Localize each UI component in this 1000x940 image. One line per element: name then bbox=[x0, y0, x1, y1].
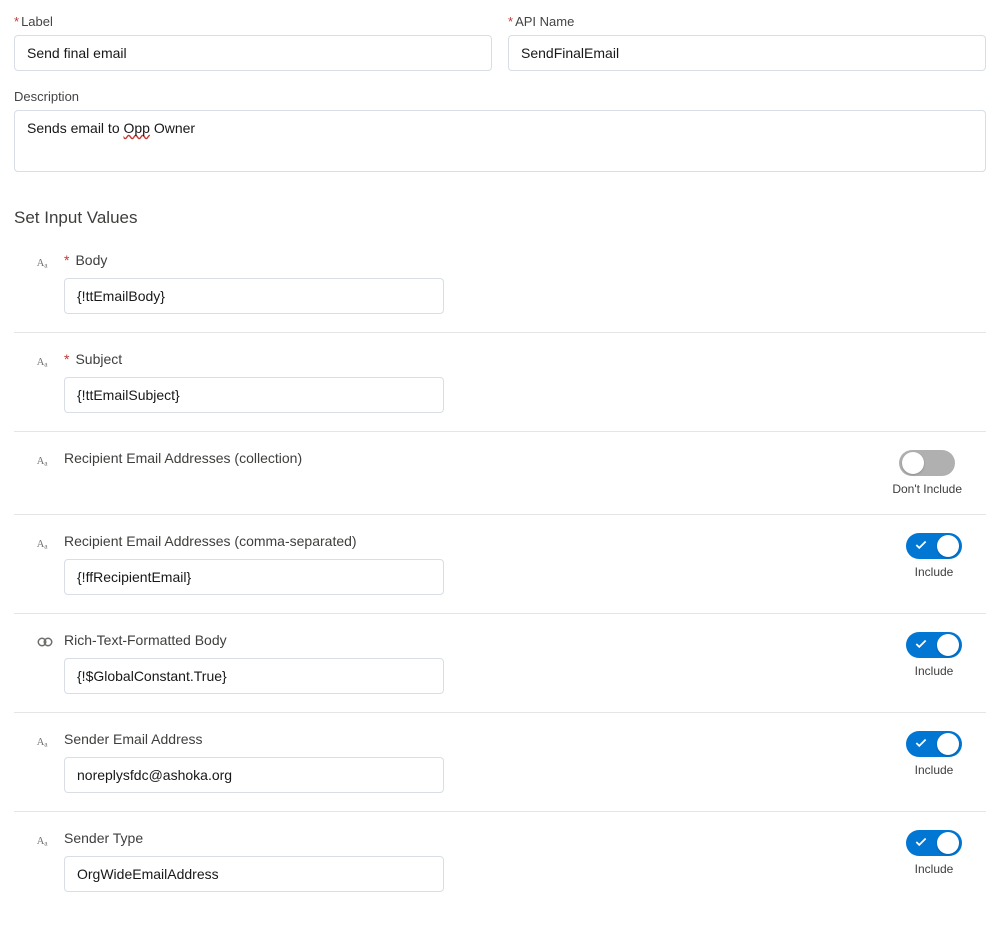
text-type-icon: Aa bbox=[36, 732, 54, 750]
richtext-value-input[interactable] bbox=[64, 658, 444, 694]
sender-type-value-input[interactable] bbox=[64, 856, 444, 892]
include-toggle[interactable] bbox=[906, 533, 962, 559]
required-star: * bbox=[508, 14, 513, 29]
description-field-label: Description bbox=[14, 89, 986, 104]
section-title: Set Input Values bbox=[14, 208, 986, 228]
recipients-csv-value-input[interactable] bbox=[64, 559, 444, 595]
sender-email-value-input[interactable] bbox=[64, 757, 444, 793]
input-row-sender-email: Aa Sender Email Address Include bbox=[14, 713, 986, 812]
check-icon bbox=[914, 736, 928, 750]
row-label-text: Body bbox=[75, 252, 107, 268]
subject-value-input[interactable] bbox=[64, 377, 444, 413]
text-type-icon: Aa bbox=[36, 253, 54, 271]
text-type-icon: Aa bbox=[36, 352, 54, 370]
toggle-knob bbox=[902, 452, 924, 474]
label-text: Label bbox=[21, 14, 53, 29]
top-row: *Label *API Name bbox=[14, 14, 986, 71]
input-row-sender-type: Aa Sender Type Include bbox=[14, 812, 986, 910]
label-field-block: *Label bbox=[14, 14, 492, 71]
toggle-caption: Include bbox=[915, 862, 954, 876]
input-row-body: Aa * Body bbox=[14, 234, 986, 333]
label-field-label: *Label bbox=[14, 14, 492, 29]
toggle-knob bbox=[937, 634, 959, 656]
text-type-icon: Aa bbox=[36, 451, 54, 469]
toggle-knob bbox=[937, 535, 959, 557]
input-row-recipients-collection: Aa Recipient Email Addresses (collection… bbox=[14, 432, 986, 515]
required-star: * bbox=[64, 252, 69, 268]
apiname-field-block: *API Name bbox=[508, 14, 986, 71]
toggle-knob bbox=[937, 832, 959, 854]
toggle-caption: Include bbox=[915, 763, 954, 777]
description-field-block: Description Sends email to Opp Owner bbox=[14, 89, 986, 172]
label-input[interactable] bbox=[14, 35, 492, 71]
row-label-text: Recipient Email Addresses (comma-separat… bbox=[64, 533, 357, 549]
toggle-caption: Include bbox=[915, 664, 954, 678]
input-row-subject: Aa * Subject bbox=[14, 333, 986, 432]
check-icon bbox=[914, 538, 928, 552]
row-label-text: Recipient Email Addresses (collection) bbox=[64, 450, 302, 466]
include-toggle[interactable] bbox=[906, 830, 962, 856]
svg-text:a: a bbox=[44, 541, 48, 550]
spelling-squiggle: Opp bbox=[124, 120, 150, 136]
toggle-caption: Include bbox=[915, 565, 954, 579]
include-toggle[interactable] bbox=[906, 632, 962, 658]
apiname-field-label: *API Name bbox=[508, 14, 986, 29]
toggle-knob bbox=[937, 733, 959, 755]
apiname-input[interactable] bbox=[508, 35, 986, 71]
row-label-text: Sender Type bbox=[64, 830, 143, 846]
row-label-text: Subject bbox=[75, 351, 122, 367]
row-label-text: Sender Email Address bbox=[64, 731, 203, 747]
link-type-icon bbox=[36, 633, 54, 651]
description-input[interactable]: Sends email to Opp Owner bbox=[14, 110, 986, 172]
svg-text:a: a bbox=[44, 359, 48, 368]
body-value-input[interactable] bbox=[64, 278, 444, 314]
check-icon bbox=[914, 835, 928, 849]
input-row-richtext: Rich-Text-Formatted Body Include bbox=[14, 614, 986, 713]
input-values-list: Aa *Body Aa *S bbox=[14, 234, 986, 910]
svg-text:a: a bbox=[44, 838, 48, 847]
required-star: * bbox=[64, 351, 69, 367]
input-row-recipients-csv: Aa Recipient Email Addresses (comma-sepa… bbox=[14, 515, 986, 614]
text-type-icon: Aa bbox=[36, 831, 54, 849]
include-toggle[interactable] bbox=[899, 450, 955, 476]
text-type-icon: Aa bbox=[36, 534, 54, 552]
page-root: *Label *API Name Description Sends email… bbox=[0, 0, 1000, 940]
check-icon bbox=[914, 637, 928, 651]
svg-text:a: a bbox=[44, 458, 48, 467]
svg-text:a: a bbox=[44, 260, 48, 269]
toggle-caption: Don't Include bbox=[892, 482, 962, 496]
svg-text:a: a bbox=[44, 739, 48, 748]
include-toggle[interactable] bbox=[906, 731, 962, 757]
apiname-text: API Name bbox=[515, 14, 574, 29]
row-label-text: Rich-Text-Formatted Body bbox=[64, 632, 227, 648]
required-star: * bbox=[14, 14, 19, 29]
